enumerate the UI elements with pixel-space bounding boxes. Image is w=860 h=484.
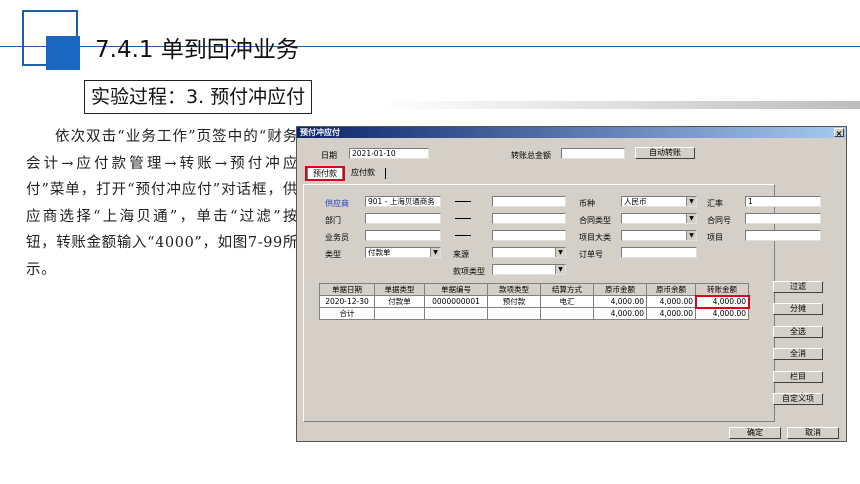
type-value: 付款单 <box>368 248 391 257</box>
cell-amount[interactable]: 4,000.00 <box>593 295 647 308</box>
total-label: 转账总金额 <box>511 151 551 160</box>
range-dash <box>455 218 471 219</box>
contract-type-select[interactable]: ▼ <box>621 213 697 224</box>
cell-settlement[interactable]: 电汇 <box>540 295 594 308</box>
chevron-down-icon[interactable]: ▼ <box>686 231 696 240</box>
column-header[interactable]: 原币金额 <box>593 283 647 296</box>
column-header[interactable]: 原币余额 <box>646 283 696 296</box>
chevron-down-icon[interactable]: ▼ <box>686 197 696 206</box>
currency-label: 币种 <box>579 199 595 208</box>
header-square-fill <box>46 36 80 70</box>
filter-button[interactable]: 过滤 <box>773 281 823 293</box>
cell-fund-type[interactable]: 预付款 <box>487 295 541 308</box>
department-to-field[interactable] <box>492 213 566 224</box>
source-label: 来源 <box>453 250 469 259</box>
ok-button[interactable]: 确定 <box>729 427 781 439</box>
fund-type-label: 款项类型 <box>453 267 485 276</box>
vendor-to-field[interactable] <box>492 196 566 207</box>
column-header[interactable]: 单据类型 <box>374 283 425 296</box>
empty-cell <box>424 307 488 320</box>
vendor-field[interactable]: 901 - 上海贝通商务 <box>365 196 441 207</box>
allocate-button[interactable]: 分摊 <box>773 303 823 315</box>
contract-no-field[interactable] <box>745 213 821 224</box>
currency-select[interactable]: 人民币 ▼ <box>621 196 697 207</box>
staff-field[interactable] <box>365 230 441 241</box>
source-select[interactable]: ▼ <box>492 247 566 258</box>
rate-label: 汇率 <box>707 199 723 208</box>
tab-divider <box>385 168 386 179</box>
range-dash <box>455 235 471 236</box>
staff-to-field[interactable] <box>492 230 566 241</box>
empty-cell <box>487 307 541 320</box>
chevron-down-icon[interactable]: ▼ <box>430 248 440 257</box>
column-header[interactable]: 结算方式 <box>540 283 594 296</box>
prepayment-tab-highlight <box>305 166 345 181</box>
rate-field[interactable]: 1 <box>745 196 821 207</box>
slide-subtitle: 实验过程：3. 预付冲应付 <box>84 80 313 114</box>
custom-items-button[interactable]: 自定义项 <box>773 393 823 405</box>
chevron-down-icon[interactable]: ▼ <box>555 265 565 274</box>
contract-no-label: 合同号 <box>707 216 731 225</box>
currency-value: 人民币 <box>624 197 647 206</box>
empty-cell <box>540 307 594 320</box>
transfer-amount-cell[interactable]: 4,000.00 <box>694 294 750 309</box>
total-amount: 4,000.00 <box>593 307 647 320</box>
cell-date[interactable]: 2020-12-30 <box>319 295 375 308</box>
table-header-row: 单据日期 单据类型 单据编号 款项类型 结算方式 原币金额 原币余额 转账金额 <box>319 283 749 296</box>
cell-doc-no[interactable]: 0000000001 <box>424 295 488 308</box>
order-label: 订单号 <box>579 250 603 259</box>
dialog-title: 预付冲应付 <box>300 128 340 137</box>
table-total-row: 合计 4,000.00 4,000.00 4,000.00 <box>319 307 749 320</box>
type-select[interactable]: 付款单 ▼ <box>365 247 441 258</box>
range-dash <box>455 201 471 202</box>
instruction-text: 依次双击“业务工作”页签中的“财务会计→应付款管理→转账→预付冲应付”菜单，打开… <box>26 129 298 278</box>
date-field[interactable]: 2021-01-10 <box>349 148 429 159</box>
contract-type-label: 合同类型 <box>579 216 611 225</box>
total-balance: 4,000.00 <box>646 307 696 320</box>
vendor-label: 供应商 <box>325 199 349 208</box>
type-label: 类型 <box>325 250 341 259</box>
tab-payable[interactable]: 应付款 <box>345 167 381 179</box>
department-label: 部门 <box>325 216 341 225</box>
chevron-down-icon[interactable]: ▼ <box>686 214 696 223</box>
cell-doc-type[interactable]: 付款单 <box>374 295 425 308</box>
staff-label: 业务员 <box>325 233 349 242</box>
slide-title: 7.4.1 单到回冲业务 <box>95 37 299 63</box>
column-header[interactable]: 转账金额 <box>695 283 749 296</box>
deselect-all-button[interactable]: 全消 <box>773 348 823 360</box>
auto-transfer-button[interactable]: 自动转账 <box>635 147 695 159</box>
prepay-offset-dialog: 预付冲应付 × 日期 2021-01-10 转账总金额 自动转账 预付款 应付款… <box>296 126 847 442</box>
project-class-label: 项目大类 <box>579 233 611 242</box>
project-label: 项目 <box>707 233 723 242</box>
close-icon[interactable]: × <box>834 128 844 138</box>
cell-balance[interactable]: 4,000.00 <box>646 295 696 308</box>
project-class-select[interactable]: ▼ <box>621 230 697 241</box>
empty-cell <box>374 307 425 320</box>
dialog-titlebar: 预付冲应付 × <box>297 127 846 138</box>
order-field[interactable] <box>621 247 697 258</box>
total-transfer: 4,000.00 <box>695 307 749 320</box>
column-header[interactable]: 单据日期 <box>319 283 375 296</box>
project-field[interactable] <box>745 230 821 241</box>
column-header[interactable]: 款项类型 <box>487 283 541 296</box>
select-all-button[interactable]: 全选 <box>773 326 823 338</box>
table-row[interactable]: 2020-12-30 付款单 0000000001 预付款 电汇 4,000.0… <box>319 294 750 309</box>
columns-button[interactable]: 栏目 <box>773 371 823 383</box>
total-amount-field[interactable] <box>561 148 625 159</box>
column-header[interactable]: 单据编号 <box>424 283 488 296</box>
cancel-button[interactable]: 取消 <box>787 427 839 439</box>
date-label: 日期 <box>321 151 337 160</box>
document-table: 单据日期 单据类型 单据编号 款项类型 结算方式 原币金额 原币余额 转账金额 … <box>319 283 750 320</box>
department-field[interactable] <box>365 213 441 224</box>
subtitle-gradient-bar <box>380 101 860 109</box>
fund-type-select[interactable]: ▼ <box>492 264 566 275</box>
total-label: 合计 <box>319 307 375 320</box>
chevron-down-icon[interactable]: ▼ <box>555 248 565 257</box>
